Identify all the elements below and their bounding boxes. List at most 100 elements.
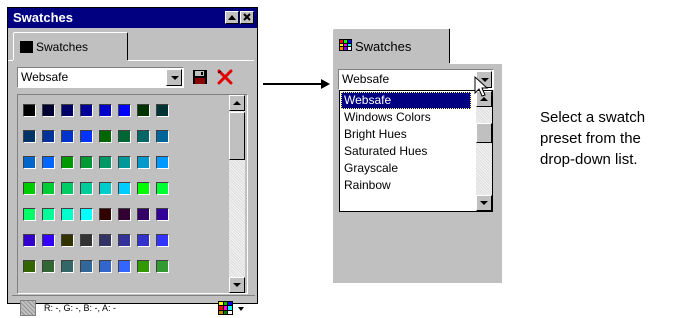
preset-option[interactable]: Bright Hues (341, 126, 471, 143)
swatch-cell[interactable] (137, 208, 150, 221)
swatch-cell[interactable] (42, 234, 55, 247)
swatch-cell[interactable] (23, 234, 36, 247)
swatch-cell[interactable] (99, 260, 112, 273)
scroll-down-icon[interactable] (229, 277, 245, 293)
zoom-tab-label: Swatches (355, 39, 412, 54)
swatch-cell[interactable] (99, 130, 112, 143)
dropdown-arrow-icon[interactable] (166, 69, 182, 86)
swatch-cell[interactable] (23, 130, 36, 143)
swatch-cell[interactable] (80, 104, 93, 117)
minimize-icon[interactable] (225, 11, 239, 24)
swatch-cell[interactable] (23, 182, 36, 195)
swatch-cell[interactable] (118, 182, 131, 195)
swatch-cell[interactable] (61, 182, 74, 195)
swatch-cell[interactable] (80, 156, 93, 169)
status-divider (12, 295, 255, 296)
swatch-cell[interactable] (118, 260, 131, 273)
swatch-cell[interactable] (156, 208, 169, 221)
swatch-cell[interactable] (42, 260, 55, 273)
swatch-cell[interactable] (42, 130, 55, 143)
zoom-preset-dropdown[interactable]: Websafe (338, 69, 494, 90)
swatch-cell[interactable] (99, 208, 112, 221)
preset-dropdown[interactable]: Websafe (17, 67, 184, 88)
swatch-grid-icon (20, 41, 33, 53)
swatch-cell[interactable] (61, 208, 74, 221)
caption-line-2: preset from the (540, 130, 641, 147)
swatch-cell[interactable] (118, 130, 131, 143)
preset-option[interactable]: Saturated Hues (341, 143, 471, 160)
red-x-icon[interactable] (216, 69, 234, 85)
swatch-cell[interactable] (23, 208, 36, 221)
swatch-cell[interactable] (99, 182, 112, 195)
swatch-cell[interactable] (137, 156, 150, 169)
swatch-cell[interactable] (80, 208, 93, 221)
swatch-cell[interactable] (42, 156, 55, 169)
swatches-panel: Swatches Swatches Websafe R: -, G: -, B:… (7, 7, 258, 316)
swatch-cell[interactable] (61, 234, 74, 247)
swatch-cell[interactable] (137, 260, 150, 273)
preset-option[interactable]: Windows Colors (341, 109, 471, 126)
swatch-cell[interactable] (118, 234, 131, 247)
pointer-arrow-line (263, 83, 323, 85)
swatch-scrollbar[interactable] (229, 95, 245, 293)
preset-value: Websafe (21, 70, 69, 84)
swatch-cell[interactable] (156, 104, 169, 117)
list-scroll-thumb[interactable] (476, 123, 492, 143)
swatch-cell[interactable] (99, 104, 112, 117)
preset-option[interactable]: Grayscale (341, 160, 471, 177)
swatch-cell[interactable] (156, 260, 169, 273)
swatch-grid-icon (339, 39, 352, 51)
swatch-cell[interactable] (61, 104, 74, 117)
swatch-grid (23, 104, 169, 273)
swatch-cell[interactable] (156, 234, 169, 247)
swatch-cell[interactable] (137, 104, 150, 117)
panel-title: Swatches (13, 10, 73, 25)
zoom-tab-swatches[interactable]: Swatches (332, 28, 450, 64)
swatch-cell[interactable] (42, 104, 55, 117)
close-icon[interactable] (240, 11, 254, 24)
rgba-readout: R: -, G: -, B: -, A: - (44, 303, 117, 313)
swatch-cell[interactable] (118, 156, 131, 169)
caption-line-1: Select a swatch (540, 109, 646, 126)
swatch-cell[interactable] (61, 130, 74, 143)
swatch-cell[interactable] (23, 260, 36, 273)
zoom-preset-value: Websafe (342, 72, 390, 86)
list-scroll-down-icon[interactable] (476, 195, 492, 211)
swatch-cell[interactable] (61, 260, 74, 273)
swatch-cell[interactable] (156, 156, 169, 169)
option-list-scrollbar[interactable] (476, 91, 492, 211)
tab-label: Swatches (36, 40, 89, 54)
swatch-menu-icon (218, 301, 233, 315)
scroll-up-icon[interactable] (229, 95, 245, 111)
swatch-cell[interactable] (137, 130, 150, 143)
swatch-cell[interactable] (99, 234, 112, 247)
swatch-cell[interactable] (42, 182, 55, 195)
swatch-cell[interactable] (61, 156, 74, 169)
preset-option-list[interactable]: Websafe Windows Colors Bright Hues Saturate… (339, 90, 493, 212)
floppy-disk-icon[interactable] (192, 69, 208, 85)
swatch-cell[interactable] (156, 182, 169, 195)
zoom-tab-divider (450, 63, 503, 64)
swatch-cell[interactable] (80, 182, 93, 195)
swatch-cell[interactable] (80, 260, 93, 273)
preset-option[interactable]: Rainbow (341, 177, 471, 194)
swatch-cell[interactable] (42, 208, 55, 221)
tab-swatches[interactable]: Swatches (13, 32, 128, 60)
swatch-cell[interactable] (118, 104, 131, 117)
tab-divider (128, 60, 254, 61)
swatch-cell[interactable] (80, 234, 93, 247)
swatch-cell[interactable] (23, 156, 36, 169)
tab-divider-left (8, 60, 13, 61)
swatch-cell[interactable] (80, 130, 93, 143)
mouse-pointer-icon (474, 75, 490, 100)
swatch-cell[interactable] (137, 234, 150, 247)
swatch-cell[interactable] (137, 182, 150, 195)
scroll-thumb[interactable] (229, 112, 245, 160)
swatch-menu-button[interactable] (218, 298, 246, 318)
swatch-cell[interactable] (156, 130, 169, 143)
swatch-cell[interactable] (99, 156, 112, 169)
preset-option[interactable]: Websafe (341, 92, 471, 109)
swatch-cell[interactable] (23, 104, 36, 117)
panel-titlebar[interactable]: Swatches (8, 8, 257, 28)
swatch-cell[interactable] (118, 208, 131, 221)
